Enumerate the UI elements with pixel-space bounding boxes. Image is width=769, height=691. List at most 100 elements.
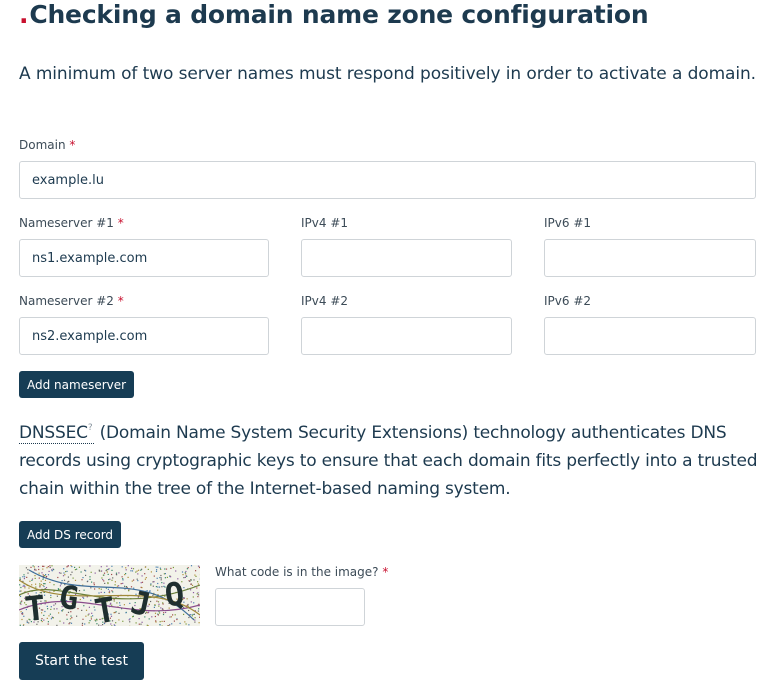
captcha-noise-dot	[176, 618, 178, 621]
captcha-noise-dot	[155, 566, 157, 568]
captcha-noise-dot	[45, 600, 47, 602]
captcha-noise-dot	[129, 621, 131, 623]
captcha-noise-dot	[156, 569, 158, 571]
captcha-noise-dot	[162, 602, 164, 604]
captcha-noise-dot	[27, 572, 29, 574]
captcha-noise-dot	[77, 608, 79, 610]
captcha-noise-dot	[113, 598, 115, 601]
domain-input[interactable]	[19, 161, 756, 199]
captcha-noise-dot	[63, 572, 65, 574]
captcha-noise-dot	[58, 572, 61, 574]
captcha-noise-dot	[108, 579, 110, 581]
captcha-noise-dot	[29, 580, 31, 582]
captcha-noise-dot	[38, 568, 40, 571]
captcha-noise-dot	[43, 585, 45, 588]
captcha-noise-dot	[130, 570, 132, 572]
captcha-noise-dot	[160, 579, 162, 581]
captcha-noise-dot	[44, 575, 46, 577]
captcha-noise-dot	[26, 576, 28, 578]
captcha-noise-dot	[164, 573, 166, 575]
captcha-noise-dot	[70, 622, 73, 624]
captcha-noise-dot	[45, 587, 48, 589]
captcha-noise-dot	[164, 568, 166, 570]
captcha-input[interactable]	[215, 588, 365, 626]
captcha-noise-dot	[25, 567, 27, 569]
captcha-noise-dot	[188, 609, 190, 612]
captcha-noise-dot	[121, 576, 123, 578]
ipv4-1-label: IPv4 #1	[301, 216, 349, 230]
captcha-noise-dot	[109, 578, 111, 580]
required-mark: *	[117, 294, 124, 308]
captcha-noise-dot	[66, 566, 68, 568]
captcha-noise-dot	[150, 583, 152, 585]
captcha-noise-dot	[53, 569, 55, 571]
captcha-noise-dot	[122, 579, 124, 581]
nameserver-1-input[interactable]	[19, 239, 269, 277]
captcha-noise-dot	[46, 605, 48, 607]
dnssec-description: (Domain Name System Security Extensions)…	[19, 423, 758, 499]
ipv6-2-input[interactable]	[544, 317, 756, 355]
captcha-noise-dot	[150, 571, 152, 573]
captcha-noise-dot	[79, 598, 81, 601]
captcha-noise-dot	[103, 580, 105, 582]
captcha-noise-dot	[118, 585, 120, 587]
add-ds-record-button[interactable]: Add DS record	[19, 521, 122, 548]
captcha-noise-dot	[33, 566, 35, 568]
captcha-noise-dot	[43, 565, 45, 567]
captcha-noise-dot	[158, 603, 160, 605]
captcha-noise-dot	[64, 574, 66, 576]
captcha-noise-dot	[155, 621, 157, 623]
captcha-noise-dot	[188, 616, 190, 619]
captcha-noise-dot	[194, 574, 196, 576]
captcha-noise-dot	[80, 571, 82, 573]
ipv6-1-input[interactable]	[544, 239, 756, 277]
captcha-noise-dot	[62, 575, 65, 577]
captcha-noise-dot	[88, 622, 90, 624]
captcha-noise-dot	[127, 576, 129, 578]
help-icon[interactable]: ?	[88, 423, 93, 433]
domain-label-text: Domain	[19, 138, 66, 152]
ipv4-2-input[interactable]	[301, 317, 512, 355]
captcha-noise-dot	[190, 589, 192, 591]
captcha-noise-dot	[122, 578, 124, 580]
captcha-noise-dot	[44, 579, 47, 581]
captcha-noise-dot	[66, 570, 68, 572]
captcha-noise-dot	[59, 620, 61, 622]
captcha-noise-dot	[53, 584, 55, 586]
captcha-noise-dot	[159, 624, 161, 626]
captcha-noise-dot	[66, 618, 68, 620]
captcha-noise-dot	[190, 614, 192, 616]
captcha-noise-dot	[20, 601, 22, 603]
captcha-noise-dot	[27, 569, 29, 571]
captcha-noise-dot	[22, 585, 24, 587]
captcha-noise-dot	[37, 566, 40, 568]
ipv4-1-input[interactable]	[301, 239, 512, 277]
captcha-noise-dot	[68, 623, 70, 625]
captcha-noise-dot	[46, 617, 48, 619]
captcha-noise-dot	[98, 588, 100, 590]
captcha-noise-dot	[184, 576, 186, 578]
start-test-button[interactable]: Start the test	[19, 642, 144, 680]
captcha-noise-dot	[161, 625, 163, 627]
captcha-noise-dot	[85, 609, 88, 611]
captcha-noise-dot	[198, 622, 200, 624]
captcha-noise-dot	[181, 571, 184, 573]
captcha-noise-dot	[81, 622, 84, 624]
captcha-noise-dot	[53, 608, 55, 610]
captcha-noise-dot	[121, 566, 123, 568]
captcha-noise-dot	[162, 603, 164, 605]
captcha-noise-dot	[24, 585, 26, 587]
captcha-noise-dot	[124, 574, 126, 576]
add-nameserver-button[interactable]: Add nameserver	[19, 371, 135, 398]
captcha-noise-dot	[162, 613, 165, 616]
captcha-noise-dot	[39, 583, 41, 585]
nameserver-2-input[interactable]	[19, 317, 269, 355]
title-dot: .	[19, 0, 29, 29]
captcha-noise-dot	[171, 623, 173, 625]
dnssec-link[interactable]: DNSSEC?	[19, 423, 95, 444]
captcha-noise-dot	[23, 574, 25, 576]
captcha-noise-dot	[159, 621, 161, 623]
captcha-noise-dot	[196, 593, 198, 595]
captcha-noise-dot	[145, 577, 147, 579]
captcha-noise-dot	[135, 571, 137, 573]
